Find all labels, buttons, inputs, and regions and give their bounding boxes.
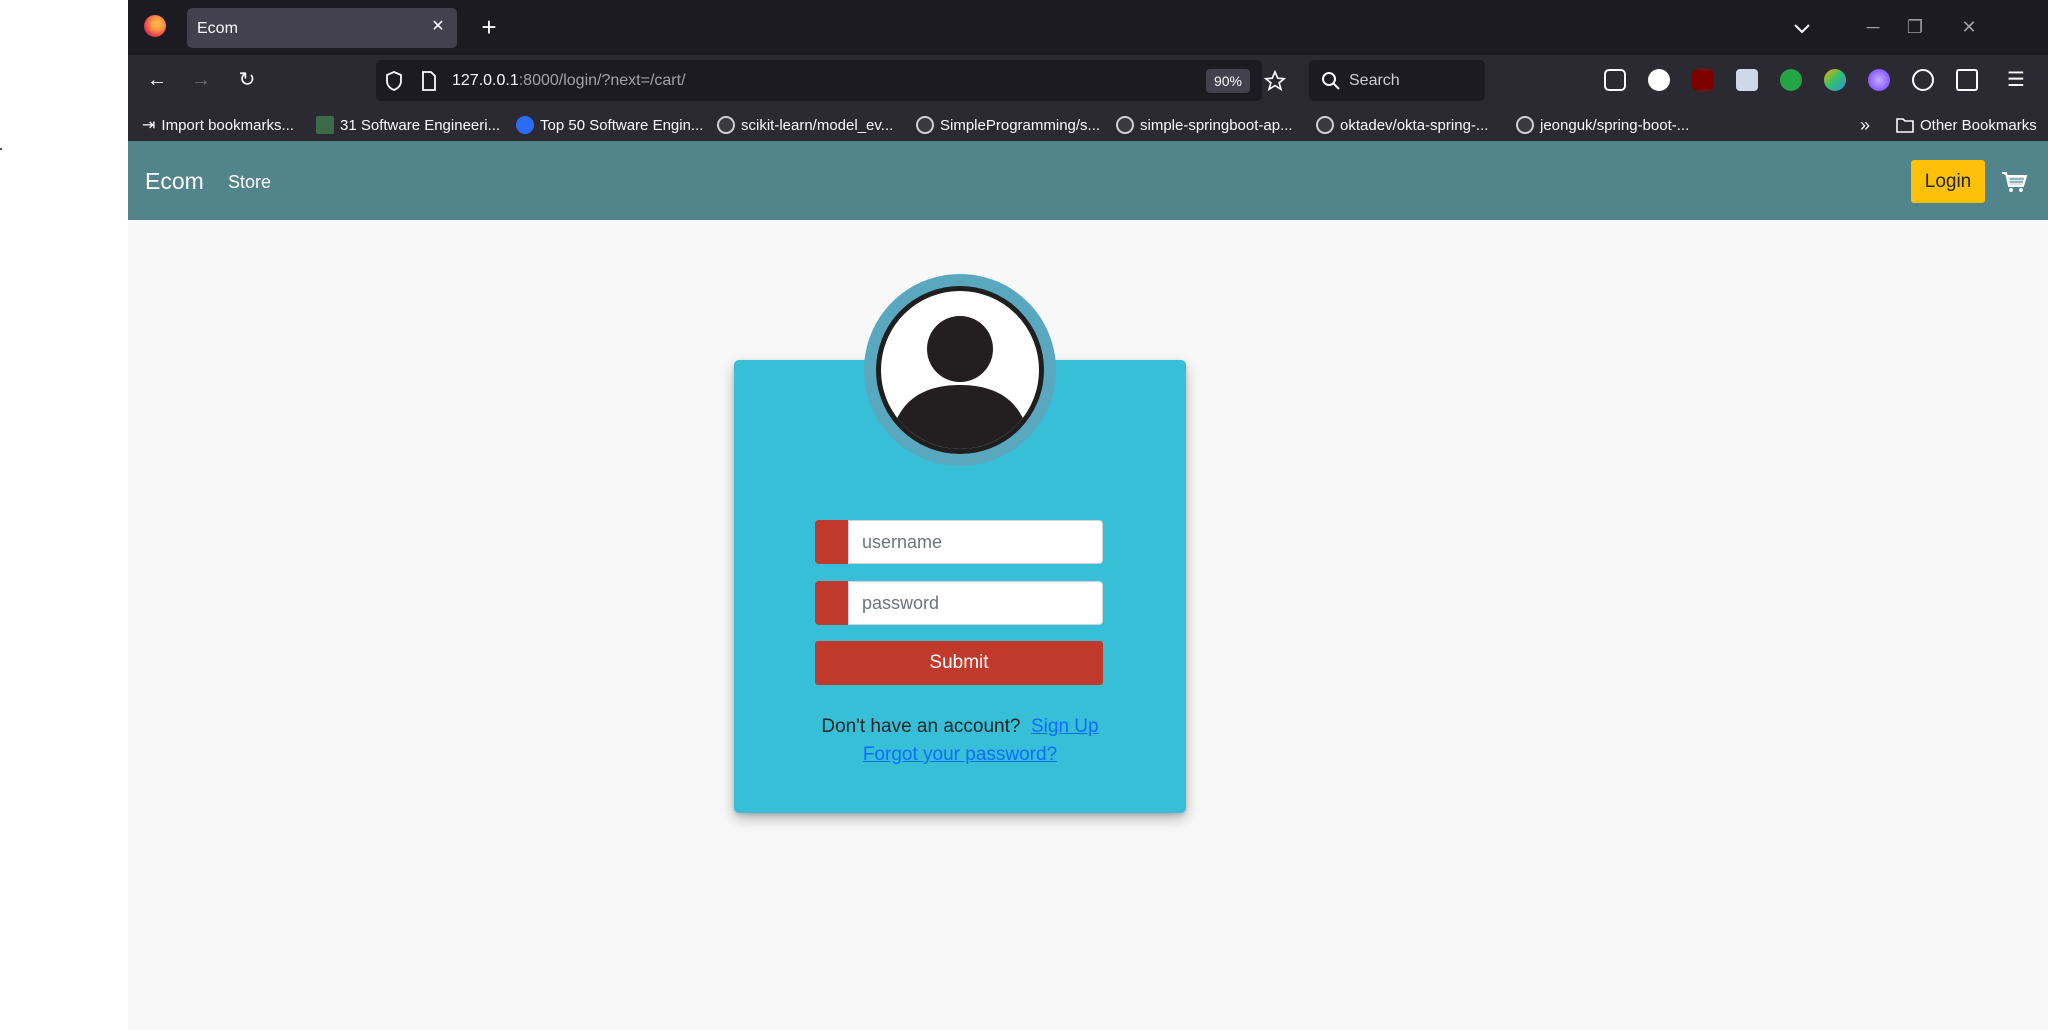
stray-dot bbox=[0, 148, 2, 150]
signup-line: Don't have an account? Sign Up bbox=[734, 716, 1186, 738]
github-icon bbox=[1516, 116, 1534, 134]
page-icon bbox=[422, 71, 436, 91]
github-icon bbox=[1116, 116, 1134, 134]
signup-link[interactable]: Sign Up bbox=[1031, 716, 1099, 737]
bookmark-item[interactable]: SimpleProgramming/s... bbox=[916, 115, 1100, 135]
other-bookmarks[interactable]: Other Bookmarks bbox=[1896, 115, 2037, 135]
bookmark-item[interactable]: oktadev/okta-spring-... bbox=[1316, 115, 1488, 135]
extension-translate-icon[interactable] bbox=[1736, 69, 1758, 91]
close-window-icon[interactable]: ✕ bbox=[1954, 14, 1984, 40]
bookmarks-overflow-icon[interactable]: » bbox=[1860, 115, 1870, 135]
folder-icon bbox=[1896, 118, 1914, 133]
url-host: 127.0.0.1 bbox=[452, 72, 519, 89]
url-text[interactable]: 127.0.0.1:8000/login/?next=/cart/ bbox=[452, 72, 686, 90]
bookmark-item[interactable]: scikit-learn/model_ev... bbox=[717, 115, 893, 135]
menu-hamburger-icon[interactable]: ☰ bbox=[2001, 65, 2031, 95]
tab-ecom[interactable]: Ecom ✕ bbox=[187, 8, 457, 48]
reload-icon[interactable]: ↻ bbox=[232, 65, 262, 95]
no-account-text: Don't have an account? bbox=[821, 716, 1021, 737]
search-icon bbox=[1322, 72, 1340, 90]
extension-color-icon[interactable] bbox=[1824, 69, 1846, 91]
bookmark-favicon-icon bbox=[516, 116, 534, 134]
tab-title: Ecom bbox=[197, 20, 238, 37]
bookmarks-toolbar: ⇥ Import bookmarks... 31 Software Engine… bbox=[128, 106, 2048, 141]
username-field[interactable]: username bbox=[815, 520, 1103, 564]
nav-toolbar: ← → ↻ 127.0.0.1:8000/login/?next=/cart/ … bbox=[128, 55, 2048, 106]
tab-close-icon[interactable]: ✕ bbox=[427, 16, 449, 38]
restore-icon[interactable]: ❐ bbox=[1900, 14, 1930, 40]
bookmark-favicon-icon bbox=[316, 116, 334, 134]
extension-s-icon[interactable] bbox=[1648, 69, 1670, 91]
screen: Ecom ✕ + ─ ❐ ✕ ← → ↻ 127.0.0.1:8000/logi… bbox=[0, 0, 2048, 1030]
user-avatar-icon bbox=[876, 286, 1044, 454]
password-field[interactable]: password bbox=[815, 581, 1103, 625]
tab-strip: Ecom ✕ + ─ ❐ ✕ bbox=[128, 0, 2048, 55]
cart-icon[interactable] bbox=[2000, 168, 2028, 196]
cookie-icon[interactable] bbox=[1912, 69, 1934, 91]
bookmark-item[interactable]: jeonguk/spring-boot-... bbox=[1516, 115, 1689, 135]
extension-sphere-icon[interactable] bbox=[1868, 69, 1890, 91]
new-tab-button[interactable]: + bbox=[476, 14, 502, 40]
username-prepend bbox=[815, 520, 848, 564]
submit-button[interactable]: Submit bbox=[815, 641, 1103, 685]
bookmark-item[interactable]: ⇥ Import bookmarks... bbox=[142, 115, 294, 135]
login-button[interactable]: Login bbox=[1911, 160, 1985, 203]
url-bar[interactable]: 127.0.0.1:8000/login/?next=/cart/ 90% bbox=[376, 60, 1286, 101]
nav-store-link[interactable]: Store bbox=[228, 172, 271, 193]
forward-arrow-icon[interactable]: → bbox=[186, 65, 216, 95]
bookmark-item[interactable]: simple-springboot-ap... bbox=[1116, 115, 1293, 135]
back-arrow-icon[interactable]: ← bbox=[142, 65, 172, 95]
github-icon bbox=[1316, 116, 1334, 134]
search-placeholder: Search bbox=[1349, 72, 1400, 89]
github-icon bbox=[916, 116, 934, 134]
url-path: :8000/login/?next=/cart/ bbox=[518, 72, 686, 89]
forgot-line: Forgot your password? bbox=[734, 744, 1186, 766]
pocket-icon[interactable] bbox=[1604, 69, 1626, 91]
bookmark-item[interactable]: Top 50 Software Engin... bbox=[516, 115, 703, 135]
app-navbar: Ecom Store Login bbox=[128, 141, 2048, 220]
extensions-puzzle-icon[interactable] bbox=[1956, 69, 1978, 91]
github-icon bbox=[717, 116, 735, 134]
bookmark-item[interactable]: 31 Software Engineeri... bbox=[316, 115, 500, 135]
bookmark-star-icon[interactable] bbox=[1264, 70, 1286, 92]
brand-link[interactable]: Ecom bbox=[145, 168, 204, 195]
shield-icon[interactable] bbox=[385, 71, 403, 91]
import-icon: ⇥ bbox=[142, 117, 156, 134]
firefox-logo-icon bbox=[144, 15, 166, 37]
password-input[interactable]: password bbox=[848, 581, 1103, 625]
search-bar[interactable]: Search bbox=[1309, 60, 1485, 101]
forgot-password-link[interactable]: Forgot your password? bbox=[863, 744, 1057, 765]
minimize-icon[interactable]: ─ bbox=[1858, 14, 1888, 40]
password-prepend bbox=[815, 581, 848, 625]
username-input[interactable]: username bbox=[848, 520, 1103, 564]
zoom-badge[interactable]: 90% bbox=[1206, 69, 1250, 93]
extension-check-icon[interactable] bbox=[1780, 69, 1802, 91]
chevron-down-icon[interactable] bbox=[1790, 16, 1814, 40]
ublock-origin-icon[interactable] bbox=[1692, 69, 1714, 91]
